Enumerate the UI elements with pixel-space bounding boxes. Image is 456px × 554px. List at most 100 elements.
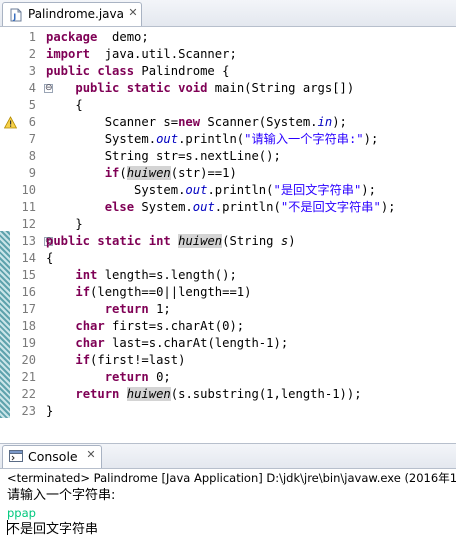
code-line[interactable]: int length=s.length();: [46, 267, 237, 284]
line-number: 18: [21, 319, 36, 333]
line-number: 20: [21, 353, 36, 367]
code-token: ): [288, 234, 296, 248]
code-line[interactable]: else System.out.println("不是回文字符串");: [46, 199, 396, 216]
code-token: if: [75, 353, 91, 367]
code-token: first=s.charAt(0);: [104, 319, 245, 333]
console-output[interactable]: <terminated> Palindrome [Java Applicatio…: [0, 469, 456, 554]
code-line[interactable]: if(huiwen(str)==1): [46, 165, 237, 182]
code-line[interactable]: public class Palindrome {: [46, 63, 229, 80]
code-line[interactable]: char first=s.charAt(0);: [46, 318, 244, 335]
console-tab-bar: Console ✕: [0, 443, 456, 469]
code-token: import: [46, 47, 91, 61]
code-token: main(String args[]): [207, 81, 355, 95]
code-line[interactable]: if(first!=last): [46, 352, 185, 369]
overview-ruler: [0, 27, 10, 423]
console-line: 不是回文字符串: [7, 522, 99, 537]
code-token: last=s.charAt(length-1);: [104, 336, 289, 350]
code-token: Palindrome {: [134, 64, 230, 78]
code-token: public: [46, 64, 91, 78]
code-token: System.: [46, 183, 186, 197]
editor-tab-bar: J Palindrome.java ✕: [0, 0, 456, 27]
code-line[interactable]: package demo;: [46, 29, 149, 46]
code-token: (first!=last): [90, 353, 186, 367]
code-token: Scanner(System.: [200, 115, 318, 129]
close-icon[interactable]: ✕: [127, 7, 139, 19]
code-token: huiwen: [126, 166, 171, 180]
code-line[interactable]: }: [46, 403, 53, 420]
code-line[interactable]: char last=s.charAt(length-1);: [46, 335, 288, 352]
code-token: System.: [134, 200, 193, 214]
warning-icon[interactable]: [4, 116, 17, 129]
code-line[interactable]: return 0;: [46, 369, 171, 386]
code-token: length=s.length();: [97, 268, 237, 282]
tab-palindrome-java[interactable]: J Palindrome.java ✕: [2, 2, 142, 26]
console-tab-label: Console: [28, 449, 78, 464]
line-number: 3: [28, 64, 36, 78]
line-number-gutter: 1 2 3 4 5 6 7 8 9 10 11 12 13 14 15 16 17 18 19 20 21 22 23 ⊖ ⊖: [4, 27, 53, 423]
console-icon: [9, 450, 23, 462]
source-code[interactable]: package demo; import java.util.Scanner; pu…: [46, 27, 456, 423]
line-number: 10: [21, 183, 36, 197]
text-cursor: [7, 520, 8, 535]
line-number: 7: [28, 132, 36, 146]
line-number: 19: [21, 336, 36, 350]
line-number: 14: [21, 251, 36, 265]
code-token: static: [97, 234, 142, 248]
code-line[interactable]: import java.util.Scanner;: [46, 46, 237, 63]
code-token: (length==0||length==1): [90, 285, 252, 299]
java-file-icon: J: [10, 8, 22, 22]
code-token: "不是回文字符串": [280, 200, 381, 214]
svg-text:J: J: [12, 13, 16, 22]
code-token: public: [75, 81, 120, 95]
code-line[interactable]: System.out.println("是回文字符串");: [46, 182, 376, 199]
code-line[interactable]: Scanner s=new Scanner(System.in);: [46, 114, 347, 131]
line-number: 16: [21, 285, 36, 299]
code-token: (: [119, 166, 127, 180]
tab-console[interactable]: Console ✕: [2, 445, 102, 468]
line-number: 9: [28, 166, 36, 180]
line-number: 8: [28, 149, 36, 163]
code-line[interactable]: return huiwen(s.substring(1,length-1));: [46, 386, 362, 403]
code-line[interactable]: System.out.println("请输入一个字符串:");: [46, 131, 379, 148]
code-token: }: [46, 404, 54, 418]
code-line[interactable]: }: [46, 216, 82, 233]
close-icon[interactable]: ✕: [85, 449, 97, 461]
code-token: void: [178, 81, 208, 95]
code-token: String str=s.nextLine();: [46, 149, 281, 163]
line-number: 4: [28, 81, 36, 95]
code-token: huiwen: [126, 387, 171, 401]
code-line[interactable]: if(length==0||length==1): [46, 284, 251, 301]
code-token: out: [156, 132, 179, 146]
code-line[interactable]: {: [46, 97, 82, 114]
line-number: 22: [21, 387, 36, 401]
code-line[interactable]: public static int huiwen(String s): [46, 233, 296, 250]
line-number: 17: [21, 302, 36, 316]
line-number: 5: [28, 98, 36, 112]
code-token: demo;: [97, 30, 149, 44]
code-token: int: [148, 234, 171, 248]
code-token: Scanner s=: [46, 115, 179, 129]
code-token: package: [46, 30, 98, 44]
line-number: 15: [21, 268, 36, 282]
code-token: return: [104, 370, 149, 384]
line-number: 12: [21, 217, 36, 231]
code-line[interactable]: public static void main(String args[]): [46, 80, 354, 97]
code-token: out: [185, 183, 208, 197]
code-line[interactable]: {: [46, 250, 53, 267]
code-editor[interactable]: 1 2 3 4 5 6 7 8 9 10 11 12 13 14 15 16 17 18 19 20 21 22 23 ⊖ ⊖ …: [0, 27, 456, 423]
code-token: );: [361, 183, 376, 197]
code-line[interactable]: String str=s.nextLine();: [46, 148, 281, 165]
code-token: );: [363, 132, 379, 146]
line-number: 23: [21, 404, 36, 418]
code-token: new: [178, 115, 201, 129]
code-line[interactable]: return 1;: [46, 301, 171, 318]
code-token: out: [192, 200, 215, 214]
